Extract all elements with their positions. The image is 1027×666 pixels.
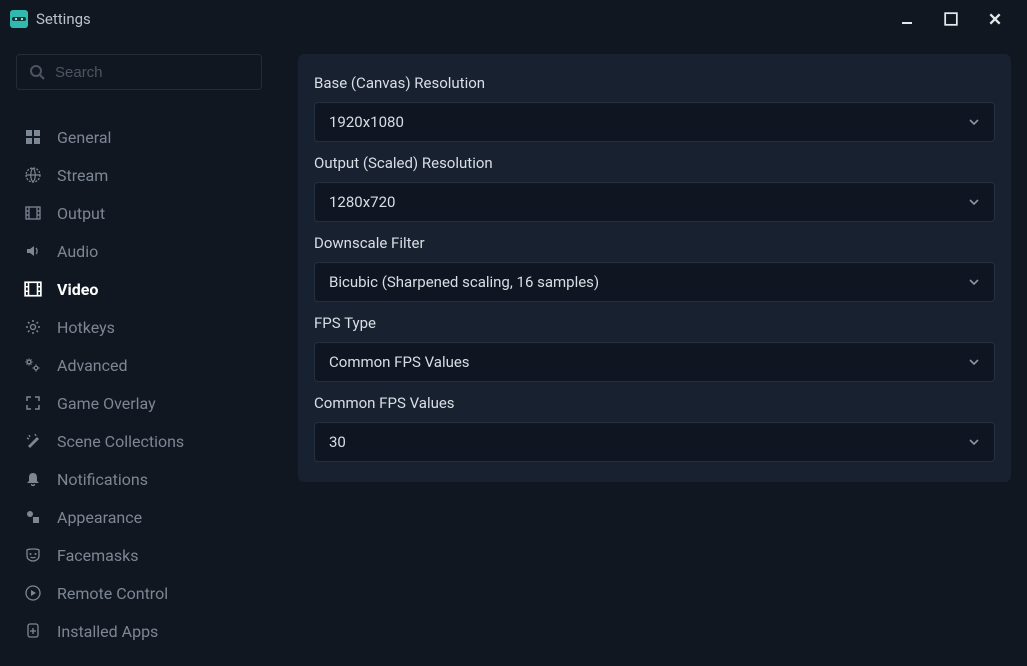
sidebar-item-appearance[interactable]: Appearance [16, 498, 262, 536]
output-resolution-select[interactable]: 1280x720 [314, 182, 995, 222]
sidebar-item-installed-apps[interactable]: Installed Apps [16, 612, 262, 650]
sidebar-item-general[interactable]: General [16, 118, 262, 156]
film-icon [23, 279, 43, 299]
sidebar: General Stream Output Audio Video Hotkey… [16, 54, 262, 650]
field-label: Output (Scaled) Resolution [314, 154, 995, 172]
sidebar-item-advanced[interactable]: Advanced [16, 346, 262, 384]
sidebar-item-remote-control[interactable]: Remote Control [16, 574, 262, 612]
minimize-button[interactable] [885, 0, 929, 38]
field-label: Downscale Filter [314, 234, 995, 252]
chevron-down-icon [968, 276, 980, 288]
select-value: 1920x1080 [329, 113, 404, 131]
sidebar-item-label: Appearance [57, 508, 142, 527]
sidebar-item-scene-collections[interactable]: Scene Collections [16, 422, 262, 460]
film-icon [23, 203, 43, 223]
field-output-resolution: Output (Scaled) Resolution 1280x720 [314, 154, 995, 222]
base-resolution-select[interactable]: 1920x1080 [314, 102, 995, 142]
sidebar-item-label: Advanced [57, 356, 128, 375]
chevron-down-icon [968, 116, 980, 128]
sidebar-item-facemasks[interactable]: Facemasks [16, 536, 262, 574]
nav-list: General Stream Output Audio Video Hotkey… [16, 118, 262, 650]
search-icon [29, 64, 45, 80]
close-button[interactable] [973, 0, 1017, 38]
sidebar-item-label: Scene Collections [57, 432, 184, 451]
app-icon [10, 10, 28, 28]
sidebar-item-label: Hotkeys [57, 318, 115, 337]
select-value: 1280x720 [329, 193, 395, 211]
sidebar-item-stream[interactable]: Stream [16, 156, 262, 194]
window-controls [885, 0, 1017, 38]
speaker-icon [23, 241, 43, 261]
wand-icon [23, 431, 43, 451]
apps-icon [23, 621, 43, 641]
sidebar-item-label: Notifications [57, 470, 148, 489]
shapes-icon [23, 507, 43, 527]
chevron-down-icon [968, 196, 980, 208]
field-label: Base (Canvas) Resolution [314, 74, 995, 92]
field-fps-type: FPS Type Common FPS Values [314, 314, 995, 382]
bell-icon [23, 469, 43, 489]
gears-icon [23, 355, 43, 375]
sidebar-item-hotkeys[interactable]: Hotkeys [16, 308, 262, 346]
grid-icon [23, 127, 43, 147]
field-common-fps: Common FPS Values 30 [314, 394, 995, 462]
sidebar-item-label: Installed Apps [57, 622, 158, 641]
sidebar-item-label: Video [57, 280, 98, 299]
field-label: FPS Type [314, 314, 995, 332]
settings-panel: Base (Canvas) Resolution 1920x1080 Outpu… [298, 54, 1011, 482]
sidebar-item-label: Stream [57, 166, 108, 185]
sidebar-item-label: Facemasks [57, 546, 139, 565]
field-label: Common FPS Values [314, 394, 995, 412]
downscale-filter-select[interactable]: Bicubic (Sharpened scaling, 16 samples) [314, 262, 995, 302]
sidebar-item-video[interactable]: Video [16, 270, 262, 308]
mask-icon [23, 545, 43, 565]
select-value: 30 [329, 433, 346, 451]
expand-icon [23, 393, 43, 413]
globe-icon [23, 165, 43, 185]
sidebar-item-game-overlay[interactable]: Game Overlay [16, 384, 262, 422]
common-fps-select[interactable]: 30 [314, 422, 995, 462]
sidebar-item-label: Game Overlay [57, 394, 156, 413]
chevron-down-icon [968, 436, 980, 448]
titlebar: Settings [0, 0, 1027, 38]
chevron-down-icon [968, 356, 980, 368]
sidebar-item-output[interactable]: Output [16, 194, 262, 232]
search-box[interactable] [16, 54, 262, 90]
sidebar-item-label: Output [57, 204, 105, 223]
sidebar-item-label: General [57, 128, 111, 147]
search-input[interactable] [55, 64, 249, 81]
field-base-resolution: Base (Canvas) Resolution 1920x1080 [314, 74, 995, 142]
field-downscale-filter: Downscale Filter Bicubic (Sharpened scal… [314, 234, 995, 302]
sidebar-item-label: Audio [57, 242, 98, 261]
sidebar-item-notifications[interactable]: Notifications [16, 460, 262, 498]
sidebar-item-label: Remote Control [57, 584, 168, 603]
body: General Stream Output Audio Video Hotkey… [0, 38, 1027, 666]
play-circle-icon [23, 583, 43, 603]
select-value: Common FPS Values [329, 353, 470, 371]
window-title: Settings [36, 10, 91, 28]
gear-icon [23, 317, 43, 337]
fps-type-select[interactable]: Common FPS Values [314, 342, 995, 382]
sidebar-item-audio[interactable]: Audio [16, 232, 262, 270]
maximize-button[interactable] [929, 0, 973, 38]
select-value: Bicubic (Sharpened scaling, 16 samples) [329, 273, 599, 291]
